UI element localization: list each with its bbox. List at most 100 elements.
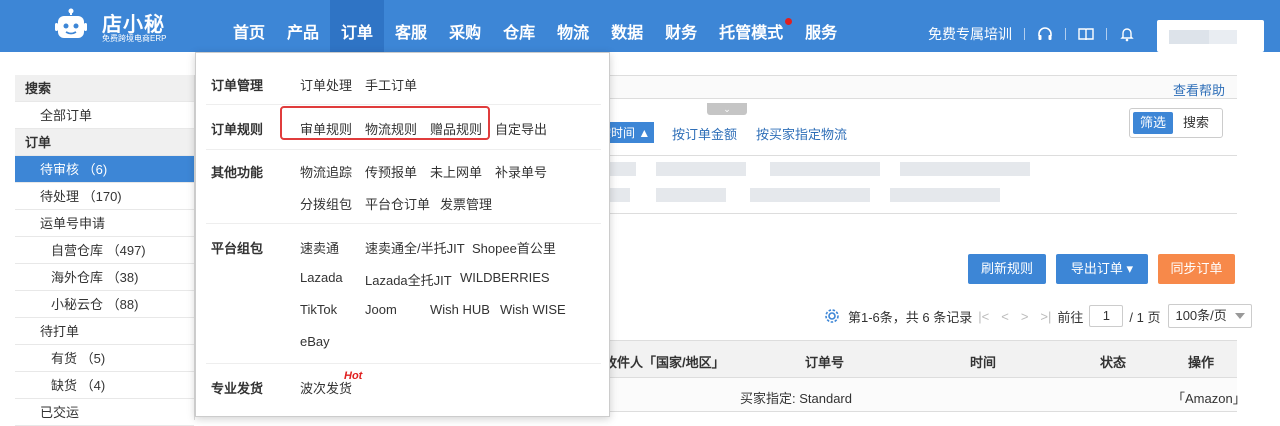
col-recipient: 收件人「国家/地区」 <box>604 355 725 370</box>
sidebar-item-pending-review[interactable]: 待审核 （6) <box>15 156 194 183</box>
menu-aliexpress-jit[interactable]: 速卖通全/半托JIT <box>365 238 465 257</box>
section-other-functions: 其他功能 物流追踪 传预报单 未上网单 补录单号 分拨组包 平台仓订单 发票管理 <box>206 150 601 224</box>
menu-ebay[interactable]: eBay <box>300 334 330 349</box>
notification-dot <box>785 18 793 25</box>
blurred-block <box>770 162 880 176</box>
filter-tab[interactable]: 筛选 <box>1133 112 1173 134</box>
menu-shopee-first-mile[interactable]: Shopee首公里 <box>472 238 556 257</box>
sidebar-item-cloud-warehouse[interactable]: 小秘云仓 （88) <box>15 291 194 318</box>
sidebar-item-own-warehouse[interactable]: 自营仓库 （497) <box>15 237 194 264</box>
brand-logo[interactable]: 店小秘 免费跨境电商ERP <box>55 6 195 46</box>
menu-custom-export[interactable]: 自定导出 <box>495 119 547 138</box>
nav-warehouse[interactable]: 仓库 <box>492 0 546 52</box>
sidebar-item-overseas-warehouse[interactable]: 海外仓库 （38) <box>15 264 194 291</box>
section-platform-packaging: 平台组包 速卖通 速卖通全/半托JIT Shopee首公里 Lazada Laz… <box>206 224 601 364</box>
pagination: 第1-6条，共 6 条记录 |< < > >| 前往 1 / 1 页 100条/… <box>824 304 1253 328</box>
menu-wish-wise[interactable]: Wish WISE <box>500 302 566 317</box>
nav-product[interactable]: 产品 <box>276 0 330 52</box>
blurred-block <box>890 188 1000 202</box>
headset-icon[interactable] <box>1037 26 1053 42</box>
menu-tiktok[interactable]: TikTok <box>300 302 337 317</box>
sidebar-item-in-stock[interactable]: 有货 （5) <box>15 345 194 372</box>
pager-goto-label: 前往 <box>1057 309 1084 325</box>
menu-wildberries[interactable]: WILDBERRIES <box>460 270 550 285</box>
menu-order-processing[interactable]: 订单处理 <box>300 75 352 94</box>
page-size-select[interactable]: 100条/页 <box>1168 304 1253 328</box>
table-row[interactable]: 买家指定: Standard 「Amazon」 <box>600 378 1246 412</box>
refresh-rules-button[interactable]: 刷新规则 <box>968 254 1046 284</box>
highlight-box <box>280 106 490 140</box>
divider <box>1024 28 1025 40</box>
sort-by-logistics[interactable]: 按买家指定物流 <box>756 124 847 143</box>
sidebar-item-waybill[interactable]: 运单号申请 <box>15 210 194 237</box>
settings-gear-icon[interactable] <box>824 308 840 324</box>
main-nav: 首页 产品 订单 客服 采购 仓库 物流 数据 财务 托管模式 服务 <box>222 0 848 52</box>
nav-service[interactable]: 客服 <box>384 0 438 52</box>
chevron-down-icon: ⌄ <box>723 104 731 114</box>
buyer-logistics: 买家指定: Standard <box>740 391 852 406</box>
nav-data[interactable]: 数据 <box>600 0 654 52</box>
menu-platform-warehouse-orders[interactable]: 平台仓订单 <box>365 194 430 213</box>
blurred-block <box>656 162 746 176</box>
menu-logistics-tracking[interactable]: 物流追踪 <box>300 162 352 181</box>
menu-supplement-tracking[interactable]: 补录单号 <box>495 162 547 181</box>
menu-manual-order[interactable]: 手工订单 <box>365 75 417 94</box>
nav-home[interactable]: 首页 <box>222 0 276 52</box>
training-link[interactable]: 免费专属培训 <box>928 24 1012 44</box>
top-navbar: 店小秘 免费跨境电商ERP 首页 产品 订单 客服 采购 仓库 物流 数据 财务… <box>0 0 1280 52</box>
nav-services[interactable]: 服务 <box>794 0 848 52</box>
menu-lazada-jit[interactable]: Lazada全托JIT <box>365 270 452 289</box>
next-page-icon[interactable]: > <box>1021 309 1029 324</box>
sync-orders-button[interactable]: 同步订单 <box>1158 254 1235 284</box>
last-page-icon[interactable]: >| <box>1040 309 1051 324</box>
user-account[interactable] <box>1157 20 1264 52</box>
chevron-down-icon: ▾ <box>1126 261 1134 276</box>
blurred-block <box>750 188 870 202</box>
divider <box>1106 28 1107 40</box>
nav-hosting[interactable]: 托管模式 <box>708 0 794 52</box>
blurred-block <box>656 188 726 202</box>
nav-logistics[interactable]: 物流 <box>546 0 600 52</box>
menu-offline-orders[interactable]: 未上网单 <box>430 162 482 181</box>
menu-lazada[interactable]: Lazada <box>300 270 343 285</box>
menu-forecast-upload[interactable]: 传预报单 <box>365 162 417 181</box>
menu-distribution-package[interactable]: 分拨组包 <box>300 194 352 213</box>
menu-invoice-management[interactable]: 发票管理 <box>440 194 492 213</box>
pager-total: / 1 页 <box>1129 309 1161 325</box>
nav-purchase[interactable]: 采购 <box>438 0 492 52</box>
menu-wish-hub[interactable]: Wish HUB <box>430 302 490 317</box>
first-page-icon[interactable]: |< <box>978 309 989 324</box>
pager-info: 第1-6条，共 6 条记录 <box>848 309 973 325</box>
section-pro-shipping: 专业发货 波次发货 Hot <box>206 364 601 410</box>
search-tab[interactable]: 搜索 <box>1173 112 1219 134</box>
nav-hosting-label: 托管模式 <box>719 25 784 42</box>
menu-joom[interactable]: Joom <box>365 302 397 317</box>
sidebar-item-shipped[interactable]: 已交运 <box>15 399 194 426</box>
bell-icon[interactable] <box>1119 26 1135 42</box>
export-orders-button[interactable]: 导出订单 ▾ <box>1056 254 1148 284</box>
menu-aliexpress[interactable]: 速卖通 <box>300 238 339 257</box>
section-label: 专业发货 <box>211 381 264 396</box>
blurred-filter-area <box>600 156 1237 214</box>
nav-finance[interactable]: 财务 <box>654 0 708 52</box>
robot-logo-icon <box>55 8 87 38</box>
nav-order[interactable]: 订单 <box>330 0 385 52</box>
sidebar-search-head: 搜索 <box>15 75 194 102</box>
sidebar-item-all-orders[interactable]: 全部订单 <box>15 102 194 129</box>
prev-page-icon[interactable]: < <box>1001 309 1009 324</box>
book-icon[interactable] <box>1078 26 1094 42</box>
sidebar-orders-head: 订单 <box>15 129 194 156</box>
collapse-toggle[interactable]: ⌄ <box>707 103 747 115</box>
sidebar-item-out-of-stock[interactable]: 缺货 （4) <box>15 372 194 399</box>
filter-search-toggle: 筛选 搜索 <box>1129 108 1223 138</box>
sort-by-amount[interactable]: 按订单金额 <box>672 124 737 143</box>
section-label: 平台组包 <box>211 241 264 256</box>
sidebar-item-pending-print[interactable]: 待打单 <box>15 318 194 345</box>
divider <box>1065 28 1066 40</box>
sidebar-item-pending-process[interactable]: 待处理 （170) <box>15 183 194 210</box>
page-number-input[interactable]: 1 <box>1089 305 1124 327</box>
col-status: 状态 <box>1100 355 1127 370</box>
platform-label: 「Amazon」 <box>1172 391 1246 406</box>
help-link[interactable]: 查看帮助 <box>1173 80 1225 99</box>
brand-tagline: 免费跨境电商ERP <box>102 34 167 43</box>
